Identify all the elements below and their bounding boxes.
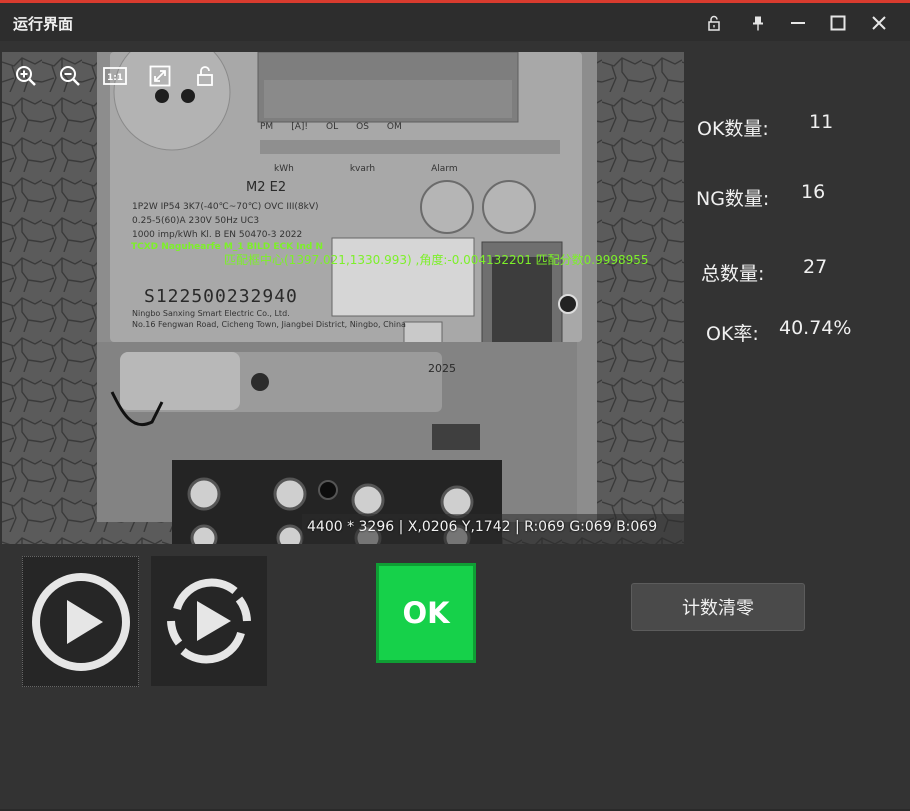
meter-indicator: PM (260, 122, 274, 132)
minimize-icon (791, 22, 805, 24)
image-viewer[interactable]: PM [A]! OL OS OM kWh kvarh Alarm M2 E2 1… (2, 52, 684, 544)
title-bar: 运行界面 (0, 3, 910, 41)
minimize-button[interactable] (784, 9, 812, 37)
zoom-out-icon (60, 66, 80, 86)
meter-spec-line: 1000 imp/kWh Kl. B EN 50470-3 2022 (132, 230, 303, 240)
ok-rate-value: 40.74% (779, 317, 852, 339)
meter-indicator: OM (386, 122, 402, 132)
meter-spec-line: 1P2W IP54 3K7(-40℃~70℃) OVC III(8kV) (132, 202, 319, 212)
meter-year: 2025 (428, 362, 456, 375)
meter-address: No.16 Fengwan Road, Cicheng Town, Jiangb… (132, 320, 406, 329)
image-status-bar: 4400 * 3296 | X,0206 Y,1742 | R:069 G:06… (307, 519, 658, 535)
inspection-result-badge: OK (376, 563, 476, 663)
svg-text:1:1: 1:1 (107, 73, 123, 83)
actual-size-button[interactable]: 1:1 (103, 64, 127, 88)
meter-led-label: kvarh (349, 164, 376, 174)
meter-indicator: [A]! (291, 122, 308, 132)
ng-count-label: NG数量: (696, 188, 770, 210)
ok-count-value: 11 (809, 111, 834, 133)
meter-indicator: OS (356, 122, 369, 132)
ok-rate-label: OK率: (706, 323, 759, 345)
close-icon (872, 16, 886, 30)
match-result-overlay: 匹配框中心(1397.021,1330.993) ,角度:-0.00413220… (224, 253, 649, 267)
meter-spec-line: 0.25-5(60)A 230V 50Hz UC3 (132, 216, 260, 226)
maximize-button[interactable] (824, 9, 852, 37)
window-title: 运行界面 (13, 15, 74, 33)
meter-led-labels: kWh kvarh Alarm (274, 164, 458, 174)
actual-size-icon: 1:1 (103, 67, 127, 85)
meter-serial: S122500232940 (144, 286, 298, 307)
total-count-value: 27 (803, 256, 828, 278)
close-button[interactable] (865, 9, 893, 37)
fit-image-icon (149, 65, 171, 87)
unlock-icon (197, 66, 213, 86)
meter-indicator: OL (326, 122, 339, 132)
pin-icon (753, 16, 763, 31)
zoom-out-button[interactable] (58, 64, 82, 88)
pin-window-button[interactable] (744, 9, 772, 37)
fit-image-button[interactable] (148, 64, 172, 88)
meter-led-label: Alarm (431, 164, 458, 174)
reset-counters-button[interactable]: 计数清零 (631, 583, 805, 631)
unlock-window-button[interactable] (700, 9, 728, 37)
maximize-icon (830, 15, 846, 31)
play-icon (31, 572, 130, 671)
meter-indicator-row: PM [A]! OL OS OM (260, 122, 402, 132)
zoom-in-icon (16, 66, 36, 86)
unlock-icon (708, 15, 720, 31)
meter-led-label: kWh (274, 164, 294, 174)
meter-model: M2 E2 (246, 180, 287, 195)
total-count-label: 总数量: (701, 263, 765, 285)
ok-count-label: OK数量: (697, 118, 769, 140)
lock-view-button[interactable] (193, 64, 217, 88)
run-continuous-button[interactable] (151, 556, 267, 686)
meter-spec-lines: 1P2W IP54 3K7(-40℃~70℃) OVC III(8kV) 0.2… (132, 200, 319, 242)
zoom-in-button[interactable] (14, 64, 38, 88)
ng-count-value: 16 (801, 181, 826, 203)
meter-company: Ningbo Sanxing Smart Electric Co., Ltd. (132, 309, 290, 318)
run-once-button[interactable] (22, 556, 139, 687)
loop-play-icon (167, 578, 251, 664)
